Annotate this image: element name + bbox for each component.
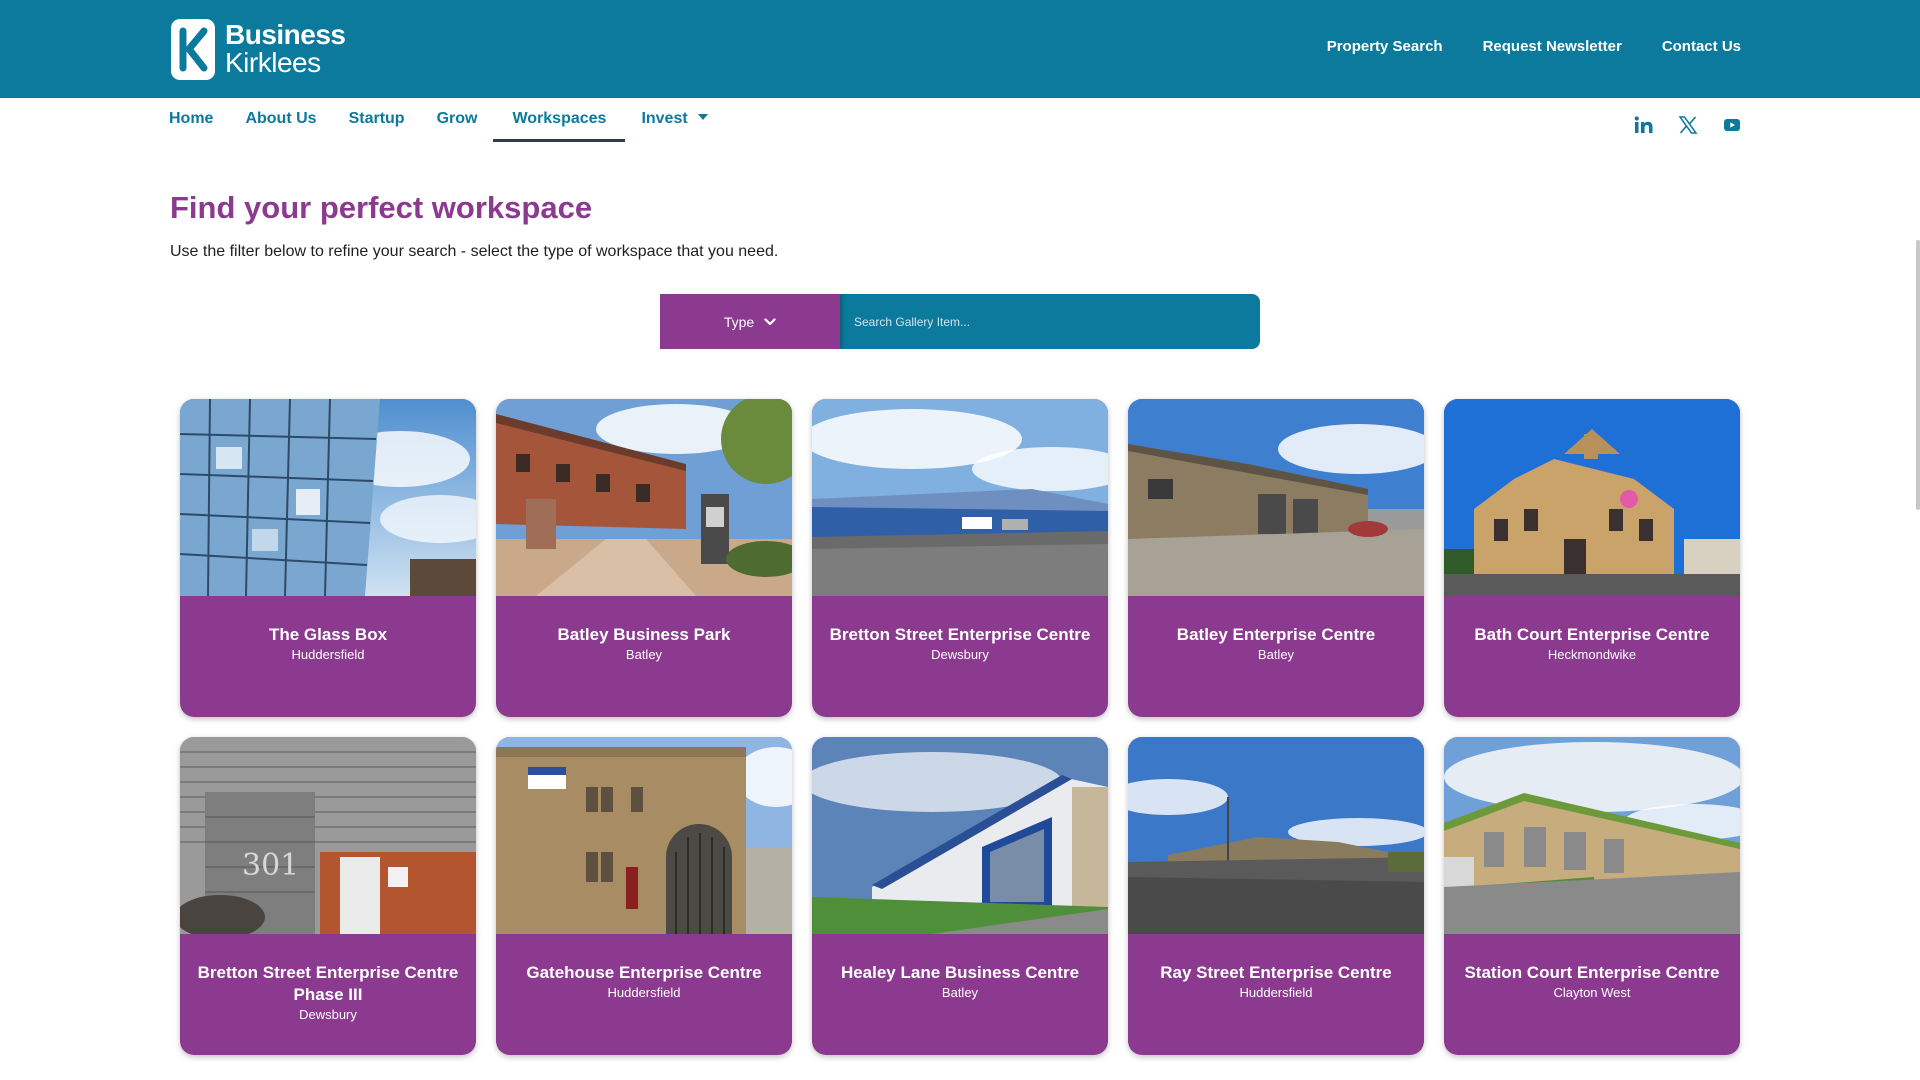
nav-item-about-us[interactable]: About Us [229, 98, 332, 142]
intro-text: Use the filter below to refine your sear… [170, 243, 779, 260]
social-links [1634, 116, 1744, 134]
workspace-location: Huddersfield [1239, 985, 1313, 1000]
workspace-photo [496, 399, 792, 596]
workspace-name: Batley Business Park [557, 625, 731, 644]
logo-text-business: Business [225, 19, 346, 50]
workspace-card[interactable]: Ray Street Enterprise Centre Huddersfiel… [1128, 737, 1424, 1055]
workspace-name: Batley Enterprise Centre [1176, 625, 1376, 644]
workspace-location: Huddersfield [291, 647, 365, 662]
linkedin-icon[interactable] [1634, 116, 1656, 134]
main-nav: Home About Us Startup Grow Workspaces In… [153, 98, 724, 142]
logo-text-kirklees: Kirklees [225, 47, 321, 78]
workspace-card[interactable]: The Glass Box Huddersfield [180, 399, 476, 717]
workspace-location: Dewsbury [931, 647, 989, 662]
nav-item-home[interactable]: Home [153, 98, 229, 142]
nav-item-startup[interactable]: Startup [333, 98, 421, 142]
workspace-location: Clayton West [1553, 985, 1631, 1000]
workspace-name: The Glass Box [268, 625, 388, 644]
request-newsletter-link[interactable]: Request Newsletter [1483, 38, 1622, 55]
workspace-photo [812, 399, 1108, 596]
nav-item-grow[interactable]: Grow [421, 98, 494, 142]
site-logo[interactable]: Business Kirklees [171, 18, 346, 80]
workspace-photo [1128, 399, 1424, 596]
chevron-down-icon [764, 317, 776, 325]
workspace-card[interactable]: Batley Enterprise Centre Batley [1128, 399, 1424, 717]
workspace-name: Healey Lane Business Centre [840, 963, 1080, 982]
workspace-name: Bretton Street Enterprise Centre [829, 625, 1091, 644]
workspace-card[interactable]: Station Court Enterprise Centre Clayton … [1444, 737, 1740, 1055]
nav-item-invest[interactable]: Invest [625, 98, 723, 142]
workspace-location: Huddersfield [607, 985, 681, 1000]
page-title: Find your perfect workspace [170, 190, 593, 225]
workspace-card[interactable]: 301 Bretton Street Enterprise Centre Pha… [180, 737, 476, 1055]
workspace-photo [1444, 737, 1740, 934]
workspace-card[interactable]: Bath Court Enterprise Centre Heckmondwik… [1444, 399, 1740, 717]
workspace-card[interactable]: Batley Business Park Batley [496, 399, 792, 717]
workspace-location: Batley [941, 985, 979, 1000]
workspace-name: Ray Street Enterprise Centre [1160, 963, 1392, 982]
workspace-location: Heckmondwike [1547, 647, 1637, 662]
workspace-name: Station Court Enterprise Centre [1464, 963, 1720, 982]
workspace-card[interactable]: Gatehouse Enterprise Centre Huddersfield [496, 737, 792, 1055]
property-search-link[interactable]: Property Search [1327, 38, 1443, 55]
workspace-photo [812, 737, 1108, 934]
workspace-photo [180, 399, 476, 596]
x-twitter-icon[interactable] [1678, 116, 1700, 134]
svg-text:301: 301 [242, 848, 299, 883]
workspace-card[interactable]: Healey Lane Business Centre Batley [812, 737, 1108, 1055]
logo-k-icon [171, 18, 215, 80]
workspace-location: Batley [625, 647, 663, 662]
nav-item-invest-label: Invest [641, 110, 688, 127]
youtube-icon[interactable] [1722, 116, 1744, 134]
workspace-card[interactable]: Bretton Street Enterprise Centre Dewsbur… [812, 399, 1108, 717]
workspace-name: Gatehouse Enterprise Centre [526, 963, 762, 982]
site-header: Business Kirklees Property Search Reques… [0, 0, 1920, 98]
type-filter-dropdown[interactable]: Type [660, 294, 840, 349]
workspace-photo [1128, 737, 1424, 934]
workspace-photo [496, 737, 792, 934]
type-filter-label: Type [723, 313, 755, 330]
gallery-filter: Type [660, 294, 1260, 349]
workspace-location: Batley [1257, 647, 1295, 662]
chevron-down-icon [697, 114, 708, 120]
nav-item-workspaces[interactable]: Workspaces [493, 98, 626, 142]
workspace-location: Dewsbury [299, 1007, 357, 1022]
header-links: Property Search Request Newsletter Conta… [1327, 38, 1741, 55]
workspace-photo [1444, 399, 1740, 596]
workspace-name: Bretton Street Enterprise Centre Phase I… [197, 963, 459, 1004]
page-scrollbar[interactable] [1916, 240, 1920, 510]
contact-us-link[interactable]: Contact Us [1662, 38, 1741, 55]
workspace-name: Bath Court Enterprise Centre [1474, 625, 1710, 644]
workspace-grid: The Glass Box Huddersfield Batley Busine… [180, 399, 1740, 1055]
gallery-search-input[interactable] [840, 294, 1260, 349]
workspace-photo: 301 [180, 737, 476, 934]
